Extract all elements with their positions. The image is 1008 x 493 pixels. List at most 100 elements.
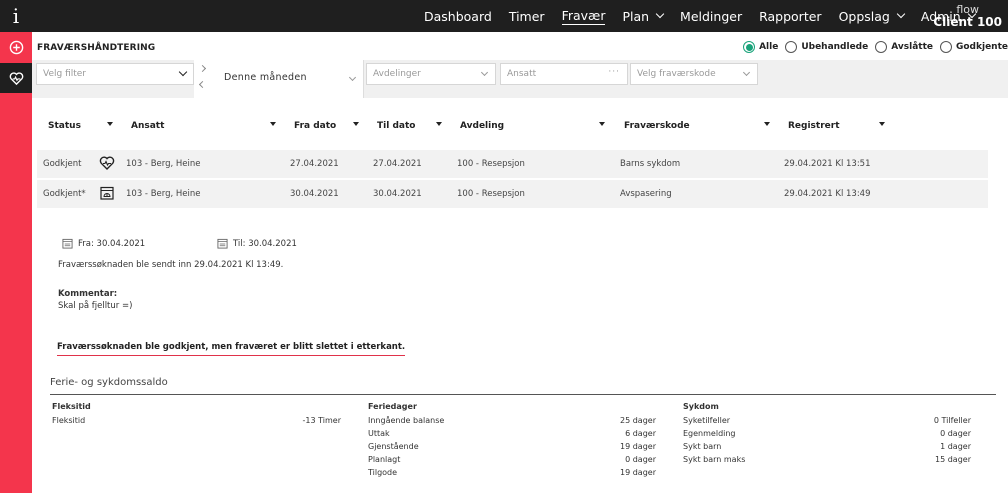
cell-from: 30.04.2021 (290, 189, 339, 199)
cell-employee: 103 - Berg, Heine (126, 159, 201, 169)
saldo-value: 1 dager (940, 442, 971, 451)
saldo-label: Syketilfeller (683, 416, 731, 425)
saldo-row: Egenmelding 0 dager (683, 429, 971, 442)
radio-circle (785, 41, 798, 53)
col-registrert[interactable]: Registrert (788, 121, 840, 131)
chevron-down-icon (896, 9, 906, 19)
sort-caret-icon[interactable] (107, 122, 113, 126)
radio-circle (743, 41, 756, 53)
chevron-down-icon (480, 68, 489, 77)
table-row[interactable]: Godkjent* 103 - Berg, Heine 30.04.2021 3… (37, 180, 988, 208)
nav-label: Plan (622, 8, 650, 24)
saldo-label: Uttak (368, 429, 390, 438)
saldo-value: 0 Tilfeller (933, 416, 971, 425)
absence-code-select[interactable]: Velg fraværskode (630, 63, 758, 85)
nav-label: Dashboard (424, 8, 492, 24)
calendar-icon (62, 238, 73, 249)
sidebar (0, 32, 32, 493)
page-title: FRAVÆRSHÅNDTERING (37, 43, 156, 53)
saldo-feriedager: Feriedager Inngående balanse 25 dager Utt… (368, 402, 656, 481)
saldo-value: 6 dager (625, 429, 656, 438)
saldo-label: Fleksitid (52, 416, 86, 425)
sort-caret-icon[interactable] (879, 122, 885, 126)
saldo-sykdom: Sykdom Syketilfeller 0 Tilfeller Egenmeld… (683, 402, 971, 468)
saldo-value: 25 dager (620, 416, 656, 425)
employee-placeholder: Ansatt (507, 69, 537, 79)
saldo-row: Syketilfeller 0 Tilfeller (683, 416, 971, 429)
saldo-row: Inngående balanse 25 dager (368, 416, 656, 429)
heart-pulse-icon[interactable] (0, 63, 32, 93)
chevron-down-icon (742, 68, 751, 77)
nav-label: Rapporter (759, 8, 822, 24)
saldo-label: Gjenstående (368, 442, 419, 451)
col-avdeling[interactable]: Avdeling (460, 121, 504, 131)
cell-status: Godkjent* (43, 189, 86, 199)
deleted-warning: Fraværssøknaden ble godkjent, men fravær… (57, 342, 406, 356)
nav-meldinger[interactable]: Meldinger (680, 9, 742, 24)
sort-caret-icon[interactable] (436, 122, 442, 126)
sort-caret-icon[interactable] (599, 122, 605, 126)
filter-placeholder: Velg filter (43, 69, 87, 79)
heart-pulse-icon (99, 156, 115, 170)
chevron-right-icon[interactable] (198, 64, 207, 73)
plus-circle-icon[interactable] (0, 32, 32, 62)
radio-label: Avslåtte (891, 42, 933, 52)
saldo-row: Planlagt 0 dager (368, 455, 656, 468)
cell-employee: 103 - Berg, Heine (126, 189, 201, 199)
nav-oppslag[interactable]: Oppslag (839, 9, 906, 24)
radio-alle[interactable]: Alle (743, 41, 778, 53)
saldo-row: Tilgode 19 dager (368, 468, 656, 481)
table-row[interactable]: Godkjent 103 - Berg, Heine 27.04.2021 27… (37, 150, 988, 178)
saldo-heading: Feriedager (368, 402, 417, 411)
saldo-label: Inngående balanse (368, 416, 445, 425)
nav-dashboard[interactable]: Dashboard (424, 9, 492, 24)
detail-from-text: Fra: 30.04.2021 (78, 238, 146, 249)
filter-select[interactable]: Velg filter (36, 63, 194, 85)
employee-select[interactable]: Ansatt ··· (500, 63, 628, 85)
cell-code: Barns sykdom (620, 159, 681, 169)
nav-rapporter[interactable]: Rapporter (759, 9, 821, 24)
nav-timer[interactable]: Timer (509, 9, 545, 24)
chevron-left-icon[interactable] (198, 80, 207, 89)
calendar-icon (217, 238, 228, 249)
cell-to: 30.04.2021 (373, 189, 422, 199)
detail-to-text: Til: 30.04.2021 (233, 238, 297, 249)
detail-to: Til: 30.04.2021 (217, 238, 297, 249)
absence-code-placeholder: Velg fraværskode (637, 69, 716, 79)
col-fra-dato[interactable]: Fra dato (294, 121, 336, 131)
radio-godkjente[interactable]: Godkjente (939, 41, 1008, 53)
radio-avslatte[interactable]: Avslåtte (875, 41, 933, 53)
radio-label: Godkjente (955, 42, 1008, 52)
radio-circle (939, 41, 952, 53)
department-select[interactable]: Avdelinger (366, 63, 496, 85)
col-fravaerskode[interactable]: Fraværskode (624, 121, 690, 131)
saldo-fleksitid: Fleksitid Fleksitid -13 Timer (52, 402, 341, 429)
filter-bar: Velg filter Denne måneden Avdelinger Ans… (32, 60, 1008, 98)
nav-fravaer[interactable]: Fravær (561, 8, 606, 25)
status-radio-group: Alle Ubehandlede Avslåtte Godkjente (736, 41, 1008, 53)
saldo-value: 0 dager (625, 455, 656, 464)
saldo-value: 15 dager (935, 455, 971, 464)
nav-plan[interactable]: Plan (622, 8, 665, 24)
saldo-label: Egenmelding (683, 429, 736, 438)
sort-caret-icon[interactable] (270, 122, 276, 126)
radio-ubehandlede[interactable]: Ubehandlede (785, 41, 868, 53)
saldo-label: Sykt barn maks (683, 455, 746, 464)
period-value: Denne måneden (224, 72, 307, 83)
period-selector[interactable]: Denne måneden (194, 60, 364, 98)
sort-caret-icon[interactable] (764, 122, 770, 126)
col-status[interactable]: Status (48, 121, 81, 131)
col-ansatt[interactable]: Ansatt (131, 121, 164, 131)
chevron-down-icon (655, 9, 665, 19)
col-til-dato[interactable]: Til dato (377, 121, 415, 131)
app-logo[interactable]: i (0, 0, 32, 32)
calendar-vacation-icon (100, 186, 114, 200)
divider (50, 394, 996, 395)
sort-caret-icon[interactable] (353, 122, 359, 126)
client-selector[interactable]: flow Client 100 (933, 3, 1002, 29)
saldo-value: -13 Timer (302, 416, 341, 425)
cell-department: 100 - Resepsjon (457, 189, 525, 199)
saldo-label: Sykt barn (683, 442, 722, 451)
saldo-value: 19 dager (620, 468, 656, 477)
saldo-heading: Sykdom (683, 402, 719, 411)
